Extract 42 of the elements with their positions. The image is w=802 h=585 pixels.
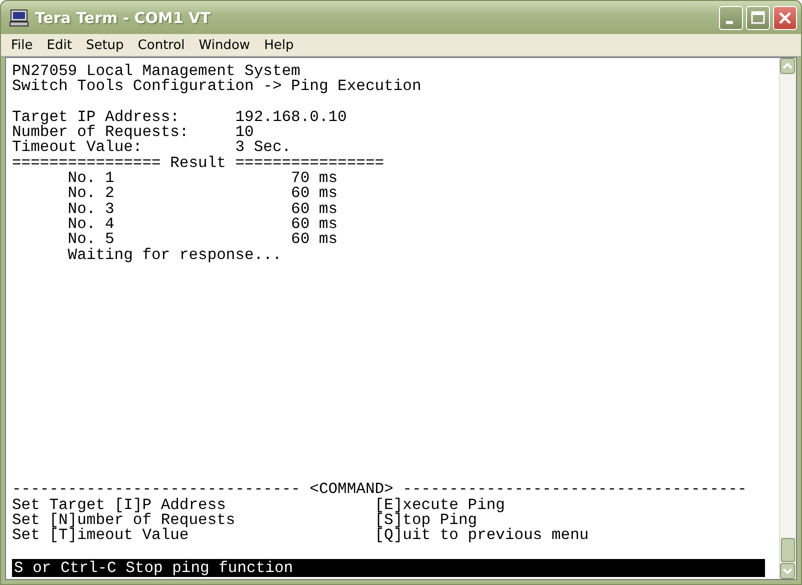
result-label: No. 5 — [68, 232, 114, 248]
minimize-button[interactable] — [719, 6, 743, 30]
result-value: 60 ms — [291, 186, 338, 202]
terminal-line: PN27059 Local Management System — [12, 64, 300, 80]
command-option: Set Target [I]P Address — [12, 498, 375, 513]
maximize-button[interactable] — [746, 6, 770, 30]
command-option: Set [N]umber of Requests — [12, 512, 375, 528]
setting-value: 192.168.0.10 — [235, 110, 347, 126]
scroll-thumb[interactable] — [781, 538, 795, 562]
window-title: Tera Term - COM1 VT — [35, 8, 212, 26]
terminal-line: Switch Tools Configuration -> Ping Execution — [12, 79, 422, 95]
scroll-up-icon[interactable] — [780, 58, 795, 74]
result-label: No. 2 — [68, 186, 116, 202]
result-divider: ================ Result ================ — [12, 156, 386, 172]
command-option: [Q]uit to previous menu — [374, 528, 738, 544]
scroll-down-icon[interactable] — [780, 563, 795, 579]
computer-icon — [9, 8, 29, 26]
command-option: [E]xecute Ping — [374, 498, 738, 513]
result-value: 60 ms — [291, 232, 338, 248]
result-value: 60 ms — [291, 202, 338, 217]
result-value: 60 ms — [291, 216, 338, 232]
menu-item[interactable]: Window — [198, 38, 250, 52]
result-label: No. 3 — [68, 202, 116, 217]
menu-item[interactable]: Edit — [46, 38, 72, 52]
result-label: No. 4 — [68, 216, 116, 232]
menu-item[interactable]: Setup — [86, 38, 124, 52]
minimize-icon — [726, 21, 732, 24]
command-option: [S]top Ping — [374, 512, 738, 528]
waiting-message: Waiting for response... — [66, 248, 283, 263]
setting-label: Number of Requests: — [12, 125, 190, 140]
result-value: 70 ms — [291, 171, 338, 186]
close-button[interactable] — [773, 6, 797, 30]
result-label: No. 1 — [68, 171, 116, 186]
setting-label: Target IP Address: — [12, 110, 180, 126]
setting-value: 3 Sec. — [235, 140, 292, 156]
menu-item[interactable]: Help — [264, 38, 294, 52]
setting-value: 10 — [235, 125, 254, 140]
menu-item[interactable]: Control — [138, 38, 185, 52]
menu-item[interactable]: File — [11, 38, 33, 52]
setting-label: Timeout Value: — [12, 140, 142, 156]
command-option: Set [T]imeout Value — [12, 528, 375, 544]
command-divider: ------------------------------- <COMMAND> ------------------------------------- — [12, 482, 748, 498]
